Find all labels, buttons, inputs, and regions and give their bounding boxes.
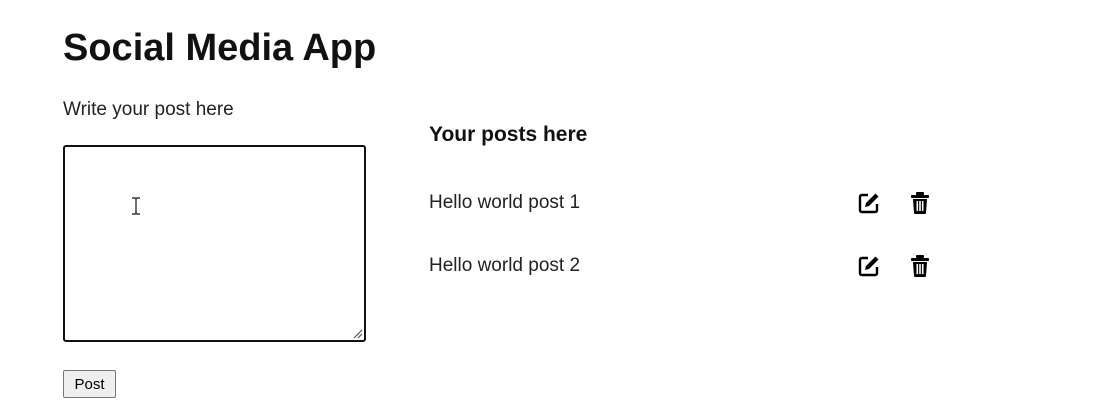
compose-label: Write your post here (63, 99, 234, 120)
delete-post-button[interactable] (907, 253, 933, 279)
page-title: Social Media App (63, 27, 377, 69)
posts-heading: Your posts here (429, 123, 588, 146)
trash-icon (911, 192, 929, 214)
edit-icon (858, 256, 879, 277)
post-text: Hello world post 2 (429, 255, 581, 276)
edit-post-button[interactable] (856, 190, 882, 216)
edit-icon (858, 193, 879, 214)
app-page: Social Media App Write your post here Po… (0, 0, 1120, 420)
edit-post-button[interactable] (856, 253, 882, 279)
post-item: Hello world post 1 (429, 188, 949, 218)
post-button[interactable]: Post (63, 370, 116, 398)
post-text: Hello world post 1 (429, 192, 581, 213)
delete-post-button[interactable] (907, 190, 933, 216)
post-item: Hello world post 2 (429, 251, 949, 281)
post-textarea[interactable] (63, 145, 366, 342)
trash-icon (911, 255, 929, 277)
